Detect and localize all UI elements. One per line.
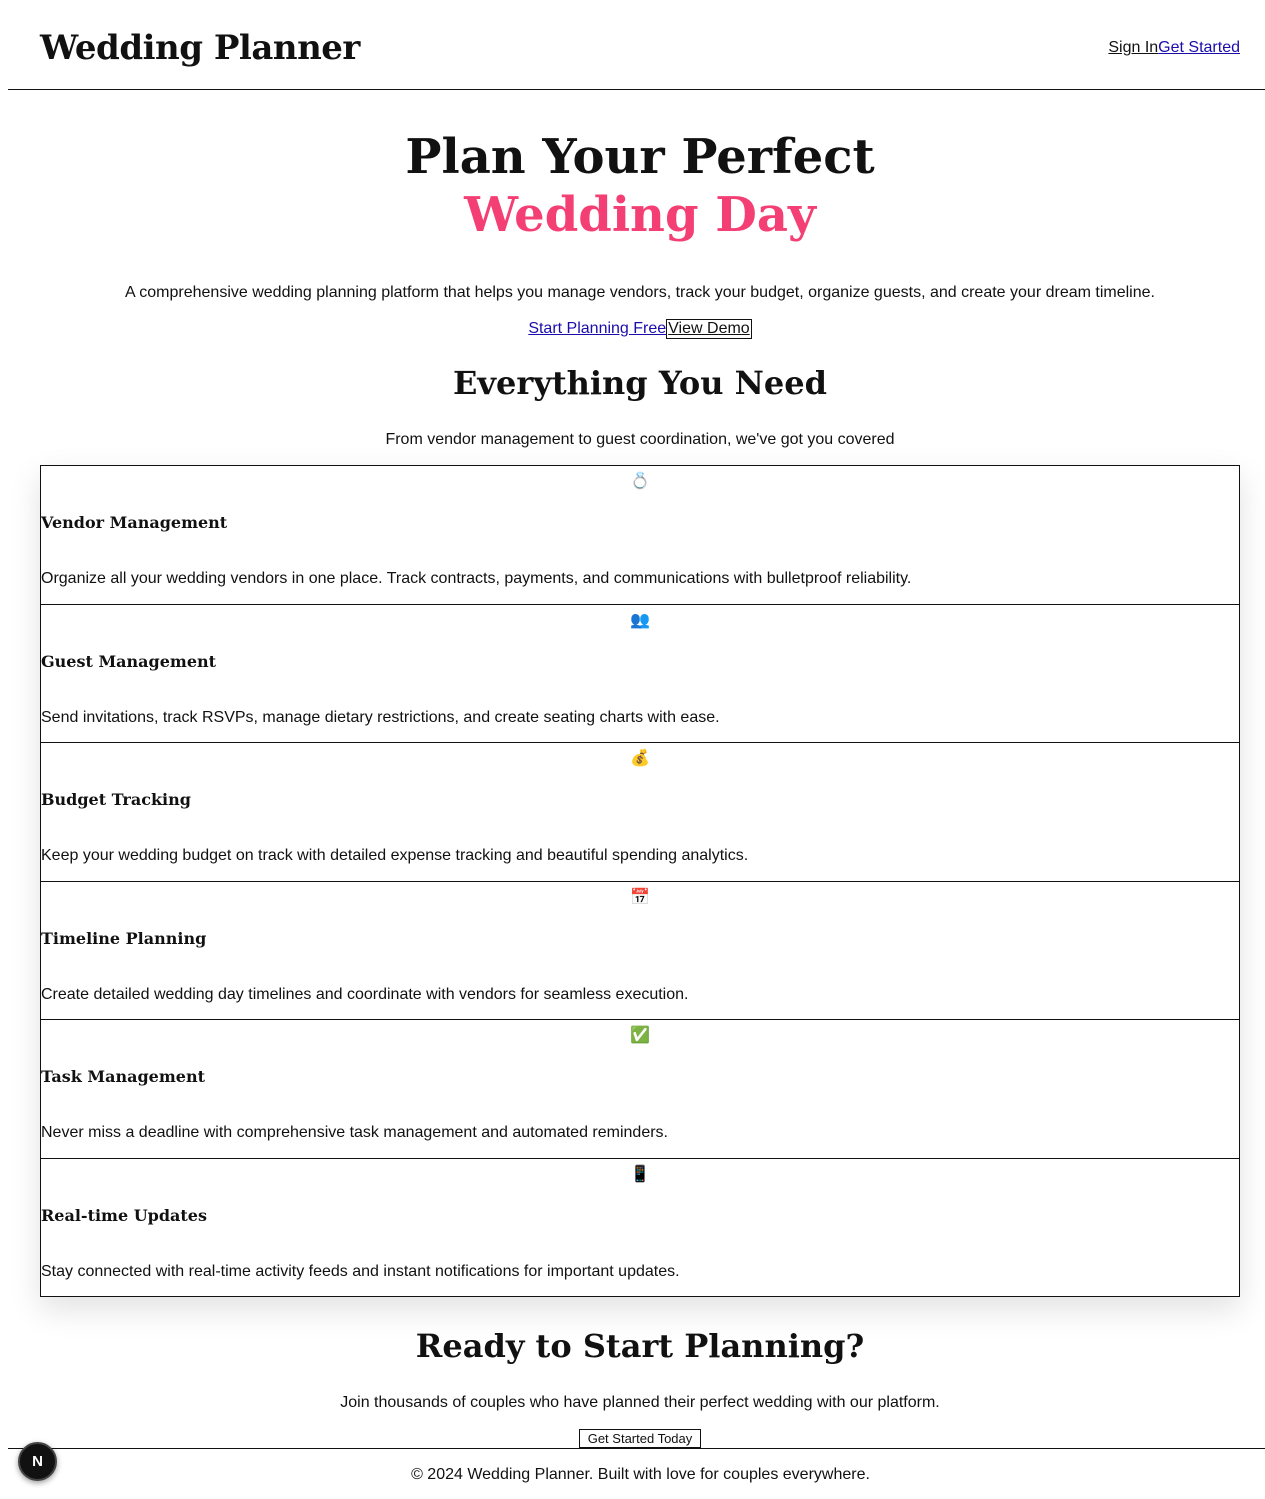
feature-card-title: Vendor Management — [41, 513, 228, 532]
brand-logo[interactable]: Wedding Planner — [40, 28, 360, 68]
feature-card-description: Never miss a deadline with comprehensive… — [41, 1124, 668, 1141]
site-footer: © 2024 Wedding Planner. Built with love … — [8, 1448, 1265, 1499]
feature-card-description: Create detailed wedding day timelines an… — [41, 985, 689, 1003]
feature-card-title: Task Management — [41, 1067, 205, 1086]
feature-card-title: Guest Management — [41, 651, 217, 671]
dev-tools-badge[interactable]: N — [18, 1442, 57, 1481]
features-subtitle: From vendor management to guest coordina… — [385, 431, 895, 448]
start-planning-link[interactable]: Start Planning Free — [528, 319, 666, 339]
feature-card: 📅 Timeline Planning Create detailed wedd… — [40, 880, 1240, 1020]
feature-card: ✅ Task Management Never miss a deadline … — [40, 1019, 1240, 1159]
feature-card-description: Send invitations, track RSVPs, manage di… — [41, 708, 720, 726]
features-title: Everything You Need — [453, 364, 827, 402]
hero-title: Plan Your Perfect Wedding Day — [0, 128, 1265, 244]
hero-title-line1: Plan Your Perfect — [405, 129, 875, 185]
checkmark-icon: ✅ — [630, 1027, 650, 1044]
hero-subtitle: A comprehensive wedding planning platfor… — [125, 284, 1155, 301]
feature-card-list: 💍 Vendor Management Organize all your we… — [40, 465, 1240, 1297]
ring-icon: 💍 — [630, 473, 650, 490]
feature-card-title: Real-time Updates — [41, 1205, 207, 1225]
view-demo-button[interactable]: View Demo — [666, 319, 752, 339]
feature-card-title: Budget Tracking — [41, 790, 191, 809]
feature-card-description: Keep your wedding budget on track with d… — [41, 847, 749, 864]
feature-card: 👥 Guest Management Send invitations, tra… — [40, 603, 1240, 743]
site-header: Wedding Planner Sign In Get Started — [8, 0, 1265, 90]
get-started-today-button[interactable]: Get Started Today — [579, 1429, 701, 1448]
feature-card-description: Organize all your wedding vendors in one… — [41, 570, 912, 587]
feature-card-description: Stay connected with real-time activity f… — [41, 1262, 680, 1280]
sign-in-link[interactable]: Sign In — [1108, 39, 1158, 57]
people-icon: 👥 — [630, 611, 650, 629]
hero-title-accent: Wedding Day — [464, 187, 816, 243]
cta-title: Ready to Start Planning? — [415, 1327, 865, 1365]
header-nav: Sign In Get Started — [1108, 39, 1240, 57]
get-started-link[interactable]: Get Started — [1158, 39, 1240, 57]
feature-card: 💰 Budget Tracking Keep your wedding budg… — [40, 742, 1240, 882]
calendar-icon: 📅 — [630, 888, 650, 906]
mobile-phone-icon: 📱 — [630, 1165, 650, 1183]
cta-subtitle: Join thousands of couples who have plann… — [340, 1394, 940, 1411]
feature-card-title: Timeline Planning — [41, 928, 207, 948]
feature-card: 📱 Real-time Updates Stay connected with … — [40, 1157, 1240, 1297]
hero-cta-group: Start Planning Free View Demo — [0, 319, 1265, 339]
money-bag-icon: 💰 — [630, 750, 650, 767]
feature-card: 💍 Vendor Management Organize all your we… — [40, 465, 1240, 605]
footer-copyright: © 2024 Wedding Planner. Built with love … — [411, 1466, 870, 1483]
